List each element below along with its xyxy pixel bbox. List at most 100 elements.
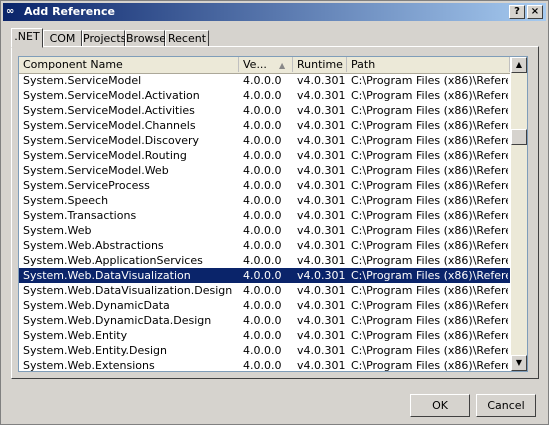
list-header: Component Name Ve... ▲ Runtime Path [19, 57, 510, 74]
path-cell: C:\Program Files (x86)\Referen... [351, 299, 508, 312]
version-cell: 4.0.0.0 [243, 329, 282, 342]
dotnet-icon: ∞ [6, 6, 15, 17]
scroll-up-icon[interactable]: ▲ [511, 57, 527, 73]
path-cell: C:\Program Files (x86)\Referen... [351, 89, 508, 102]
version-cell: 4.0.0.0 [243, 344, 282, 357]
component-name-cell: System.ServiceModel.Activities [23, 104, 195, 117]
component-name-cell: System.Web.DataVisualization.Design [23, 284, 233, 297]
table-row[interactable]: System.ServiceModel.Discovery 4.0.0.0 v4.0… [19, 133, 510, 148]
window-title: Add Reference [24, 5, 115, 18]
path-cell: C:\Program Files (x86)\Referen... [351, 284, 508, 297]
scroll-thumb[interactable] [511, 129, 527, 145]
version-cell: 4.0.0.0 [243, 149, 282, 162]
column-runtime[interactable]: Runtime [293, 57, 347, 72]
runtime-cell: v4.0.30128 [297, 74, 345, 87]
component-name-cell: System.ServiceModel.Routing [23, 149, 187, 162]
table-row[interactable]: System.ServiceModel.Activation 4.0.0.0 v4.… [19, 88, 510, 103]
runtime-cell: v4.0.30128 [297, 224, 345, 237]
version-cell: 4.0.0.0 [243, 299, 282, 312]
runtime-cell: v4.0.30128 [297, 254, 345, 267]
path-cell: C:\Program Files (x86)\Referen... [351, 164, 508, 177]
path-cell: C:\Program Files (x86)\Referen... [351, 179, 508, 192]
scroll-down-icon[interactable]: ▼ [511, 355, 527, 371]
table-row[interactable]: System.ServiceModel.Activities 4.0.0.0 v4.… [19, 103, 510, 118]
table-row[interactable]: System.ServiceModel 4.0.0.0 v4.0.30128 C:\P… [19, 73, 510, 88]
path-cell: C:\Program Files (x86)\Referen... [351, 119, 508, 132]
path-cell: C:\Program Files (x86)\Referen... [351, 329, 508, 342]
cancel-button[interactable]: Cancel [476, 394, 536, 417]
path-cell: C:\Program Files (x86)\Referen... [351, 359, 508, 372]
tab-projects[interactable]: Projects [82, 30, 126, 47]
component-name-cell: System.Web.Extensions [23, 359, 155, 372]
version-cell: 4.0.0.0 [243, 164, 282, 177]
column-version-label: Ve... [243, 58, 267, 71]
table-row[interactable]: System.ServiceModel.Web 4.0.0.0 v4.0.30128… [19, 163, 510, 178]
runtime-cell: v4.0.30128 [297, 329, 345, 342]
version-cell: 4.0.0.0 [243, 239, 282, 252]
table-row[interactable]: System.Transactions 4.0.0.0 v4.0.30128 C:\P… [19, 208, 510, 223]
tab-browse[interactable]: Browse [125, 30, 166, 47]
component-name-cell: System.ServiceProcess [23, 179, 150, 192]
component-name-cell: System.Web.DynamicData.Design [23, 314, 212, 327]
version-cell: 4.0.0.0 [243, 74, 282, 87]
runtime-cell: v4.0.30128 [297, 344, 345, 357]
table-row[interactable]: System.Web.DataVisualization.Design 4.0.0… [19, 283, 510, 298]
path-cell: C:\Program Files (x86)\Referen... [351, 314, 508, 327]
component-name-cell: System.ServiceModel [23, 74, 142, 87]
component-name-cell: System.Transactions [23, 209, 137, 222]
component-name-cell: System.Web.Abstractions [23, 239, 164, 252]
table-row[interactable]: System.Web 4.0.0.0 v4.0.30128 C:\Program Fi… [19, 223, 510, 238]
component-list[interactable]: Component Name Ve... ▲ Runtime Path Syste… [18, 56, 528, 372]
runtime-cell: v4.0.30128 [297, 104, 345, 117]
table-row[interactable]: System.Web.DynamicData.Design 4.0.0.0 v4.0… [19, 313, 510, 328]
table-row[interactable]: System.Web.DynamicData 4.0.0.0 v4.0.30128 C… [19, 298, 510, 313]
table-row[interactable]: System.ServiceModel.Routing 4.0.0.0 v4.0.3… [19, 148, 510, 163]
table-row[interactable]: System.Web.Extensions 4.0.0.0 v4.0.30128 C:… [19, 358, 510, 372]
column-path[interactable]: Path [347, 57, 510, 72]
runtime-cell: v4.0.30128 [297, 179, 345, 192]
column-component-name[interactable]: Component Name [19, 57, 239, 72]
runtime-cell: v4.0.30128 [297, 239, 345, 252]
table-row[interactable]: System.Web.ApplicationServices 4.0.0.0 v4.… [19, 253, 510, 268]
vertical-scrollbar[interactable]: ▲ ▼ [511, 57, 527, 371]
version-cell: 4.0.0.0 [243, 89, 282, 102]
runtime-cell: v4.0.30128 [297, 359, 345, 372]
runtime-cell: v4.0.30128 [297, 134, 345, 147]
tab-com[interactable]: COM [43, 30, 82, 47]
table-row[interactable]: System.Speech 4.0.0.0 v4.0.30128 C:\Program… [19, 193, 510, 208]
path-cell: C:\Program Files (x86)\Referen... [351, 269, 508, 282]
version-cell: 4.0.0.0 [243, 254, 282, 267]
help-button[interactable]: ? [509, 5, 525, 19]
runtime-cell: v4.0.30128 [297, 284, 345, 297]
runtime-cell: v4.0.30128 [297, 149, 345, 162]
runtime-cell: v4.0.30128 [297, 89, 345, 102]
table-row[interactable]: System.Web.Abstractions 4.0.0.0 v4.0.30128… [19, 238, 510, 253]
tab-dotnet[interactable]: .NET [11, 28, 43, 48]
component-name-cell: System.Speech [23, 194, 109, 207]
close-button[interactable]: × [527, 5, 543, 19]
ok-button[interactable]: OK [410, 394, 470, 417]
tab-recent[interactable]: Recent [165, 30, 209, 47]
version-cell: 4.0.0.0 [243, 224, 282, 237]
column-version[interactable]: Ve... ▲ [239, 57, 293, 72]
runtime-cell: v4.0.30128 [297, 164, 345, 177]
component-name-cell: System.ServiceModel.Activation [23, 89, 200, 102]
table-row[interactable]: System.ServiceModel.Channels 4.0.0.0 v4.0.… [19, 118, 510, 133]
add-reference-dialog: ∞ Add Reference ? × .NET COM Projects Br… [0, 0, 549, 425]
path-cell: C:\Program Files (x86)\Referen... [351, 224, 508, 237]
path-cell: C:\Program Files (x86)\Referen... [351, 254, 508, 267]
version-cell: 4.0.0.0 [243, 209, 282, 222]
path-cell: C:\Program Files (x86)\Referen... [351, 239, 508, 252]
component-name-cell: System.ServiceModel.Web [23, 164, 169, 177]
title-bar[interactable]: ∞ Add Reference ? × [3, 3, 546, 21]
table-row[interactable]: System.Web.Entity.Design 4.0.0.0 v4.0.3012… [19, 343, 510, 358]
table-row[interactable]: System.ServiceProcess 4.0.0.0 v4.0.30128 C:… [19, 178, 510, 193]
runtime-cell: v4.0.30128 [297, 194, 345, 207]
component-name-cell: System.Web.Entity [23, 329, 128, 342]
table-row[interactable]: System.Web.DataVisualization 4.0.0.0 v4.0.… [19, 268, 510, 283]
table-row[interactable]: System.Web.Entity 4.0.0.0 v4.0.30128 C:\Pro… [19, 328, 510, 343]
version-cell: 4.0.0.0 [243, 269, 282, 282]
component-name-cell: System.Web.DataVisualization [23, 269, 191, 282]
component-name-cell: System.Web.ApplicationServices [23, 254, 203, 267]
version-cell: 4.0.0.0 [243, 179, 282, 192]
